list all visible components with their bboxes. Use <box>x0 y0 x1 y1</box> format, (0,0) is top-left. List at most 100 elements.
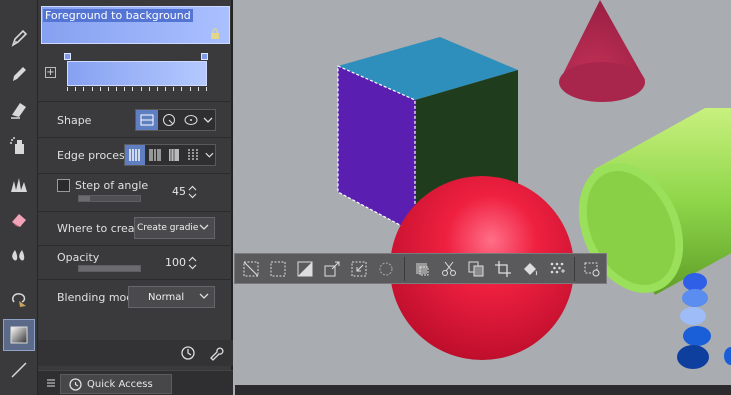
tone-selection-icon <box>550 262 565 273</box>
airbrush-icon <box>10 137 24 154</box>
step-of-angle-checkbox[interactable] <box>57 179 70 192</box>
tool-figure[interactable] <box>3 354 35 386</box>
circle-gradient-icon <box>163 114 175 126</box>
tool-blend[interactable] <box>3 239 35 271</box>
edge-none-option[interactable] <box>165 145 185 165</box>
tool-brush[interactable] <box>3 94 35 126</box>
tool-pencil[interactable] <box>3 58 35 90</box>
edge-process-selector[interactable] <box>124 144 216 166</box>
select-all-icon <box>270 261 286 276</box>
opacity-slider[interactable] <box>78 265 141 272</box>
wrench-icon[interactable] <box>208 345 224 361</box>
shrink-selection-button[interactable] <box>346 256 373 282</box>
blend-icon <box>12 214 26 227</box>
chevron-down-icon[interactable] <box>202 114 214 126</box>
cut-icon <box>441 261 456 276</box>
quick-access-icon <box>69 378 82 391</box>
shape-linear-option[interactable] <box>136 110 158 130</box>
selection-settings-icon <box>379 262 393 275</box>
decoration-icon <box>11 178 27 192</box>
shape-row: Shape <box>38 101 233 137</box>
quick-access-label: Quick Access <box>87 378 153 390</box>
clear-icon <box>415 262 429 275</box>
selection-settings-button[interactable] <box>373 256 400 282</box>
invert-selection-icon <box>297 261 313 276</box>
spin-arrows-icon[interactable] <box>188 256 197 270</box>
lock-icon <box>211 28 219 39</box>
deselect-icon <box>243 261 259 276</box>
deselect-button[interactable] <box>238 256 265 282</box>
gradient-stop-left[interactable] <box>64 53 71 60</box>
launcher-settings-button[interactable] <box>579 256 606 282</box>
canvas-artwork <box>337 0 731 369</box>
fill-selection-icon <box>523 262 537 275</box>
clear-button[interactable] <box>409 256 436 282</box>
where-to-create-label: Where to create <box>57 222 146 235</box>
menu-icon[interactable] <box>46 378 56 388</box>
fill-edge-icon <box>188 149 198 161</box>
opacity-value: 100 <box>165 256 186 269</box>
eraser-icon <box>11 103 26 119</box>
shape-ellipse-option[interactable] <box>180 110 202 130</box>
tool-fill[interactable] <box>3 283 35 315</box>
edge-process-row: Edge process <box>38 137 233 173</box>
opacity-row: Opacity 100 <box>38 245 233 279</box>
selection-launcher <box>234 253 607 284</box>
crop-icon <box>494 260 511 277</box>
add-gradient-stop-button[interactable]: + <box>45 67 56 78</box>
cut-button[interactable] <box>435 256 462 282</box>
chevron-down-icon[interactable] <box>204 149 215 161</box>
gradient-ticks <box>67 87 207 91</box>
edge-fill-option[interactable] <box>184 145 204 165</box>
gradient-stop-right[interactable] <box>201 53 208 60</box>
quick-access-tab[interactable]: Quick Access <box>60 374 172 394</box>
tool-decoration[interactable] <box>3 168 35 200</box>
cone-shape <box>559 0 645 102</box>
reverse-edge-icon <box>149 149 161 161</box>
reset-icon[interactable] <box>180 345 196 361</box>
where-to-create-value: Create gradient <box>137 223 199 233</box>
step-of-angle-slider[interactable] <box>78 195 141 202</box>
tool-gradient[interactable] <box>3 319 35 351</box>
spin-arrows-icon[interactable] <box>188 185 197 199</box>
opacity-label: Opacity <box>57 251 100 264</box>
copy-button[interactable] <box>462 256 489 282</box>
gradient-set-item[interactable]: Foreground to background <box>41 6 230 44</box>
canvas-bottom-border <box>235 385 731 395</box>
tool-palette <box>0 0 38 395</box>
chevron-down-icon <box>199 224 209 230</box>
expand-selection-icon <box>324 261 340 276</box>
crop-button[interactable] <box>489 256 516 282</box>
color-swatches <box>677 273 731 369</box>
edge-repeat-option[interactable] <box>125 145 145 165</box>
tone-selection-button[interactable] <box>543 256 570 282</box>
tool-airbrush[interactable] <box>3 130 35 162</box>
repeat-edge-icon <box>129 149 140 161</box>
shape-circle-option[interactable] <box>158 110 180 130</box>
blending-mode-dropdown[interactable]: Normal <box>128 286 215 308</box>
step-of-angle-value: 45 <box>172 185 186 198</box>
fill-selection-button[interactable] <box>516 256 543 282</box>
select-all-button[interactable] <box>265 256 292 282</box>
expand-selection-button[interactable] <box>319 256 346 282</box>
copy-icon <box>468 261 484 276</box>
where-to-create-dropdown[interactable]: Create gradient <box>134 217 215 239</box>
fill-icon <box>12 250 25 261</box>
shape-selector[interactable] <box>135 109 216 131</box>
shrink-selection-icon <box>351 261 367 276</box>
gradient-name: Foreground to background <box>43 9 193 22</box>
edge-reverse-option[interactable] <box>145 145 165 165</box>
chevron-down-icon <box>199 293 209 299</box>
quick-access-bar: Quick Access <box>38 370 233 395</box>
invert-selection-button[interactable] <box>292 256 319 282</box>
blending-mode-row: Blending mode Normal <box>38 279 233 315</box>
blending-mode-value: Normal <box>148 291 185 303</box>
ellipse-gradient-icon <box>184 115 198 125</box>
lasso-fill-icon <box>12 293 26 307</box>
panel-footer <box>38 340 233 366</box>
tool-eraser[interactable] <box>3 203 35 235</box>
canvas[interactable] <box>235 0 731 385</box>
gradient-preview-bar[interactable] <box>67 61 207 86</box>
tool-pen[interactable] <box>3 22 35 54</box>
pen-icon <box>11 29 28 47</box>
